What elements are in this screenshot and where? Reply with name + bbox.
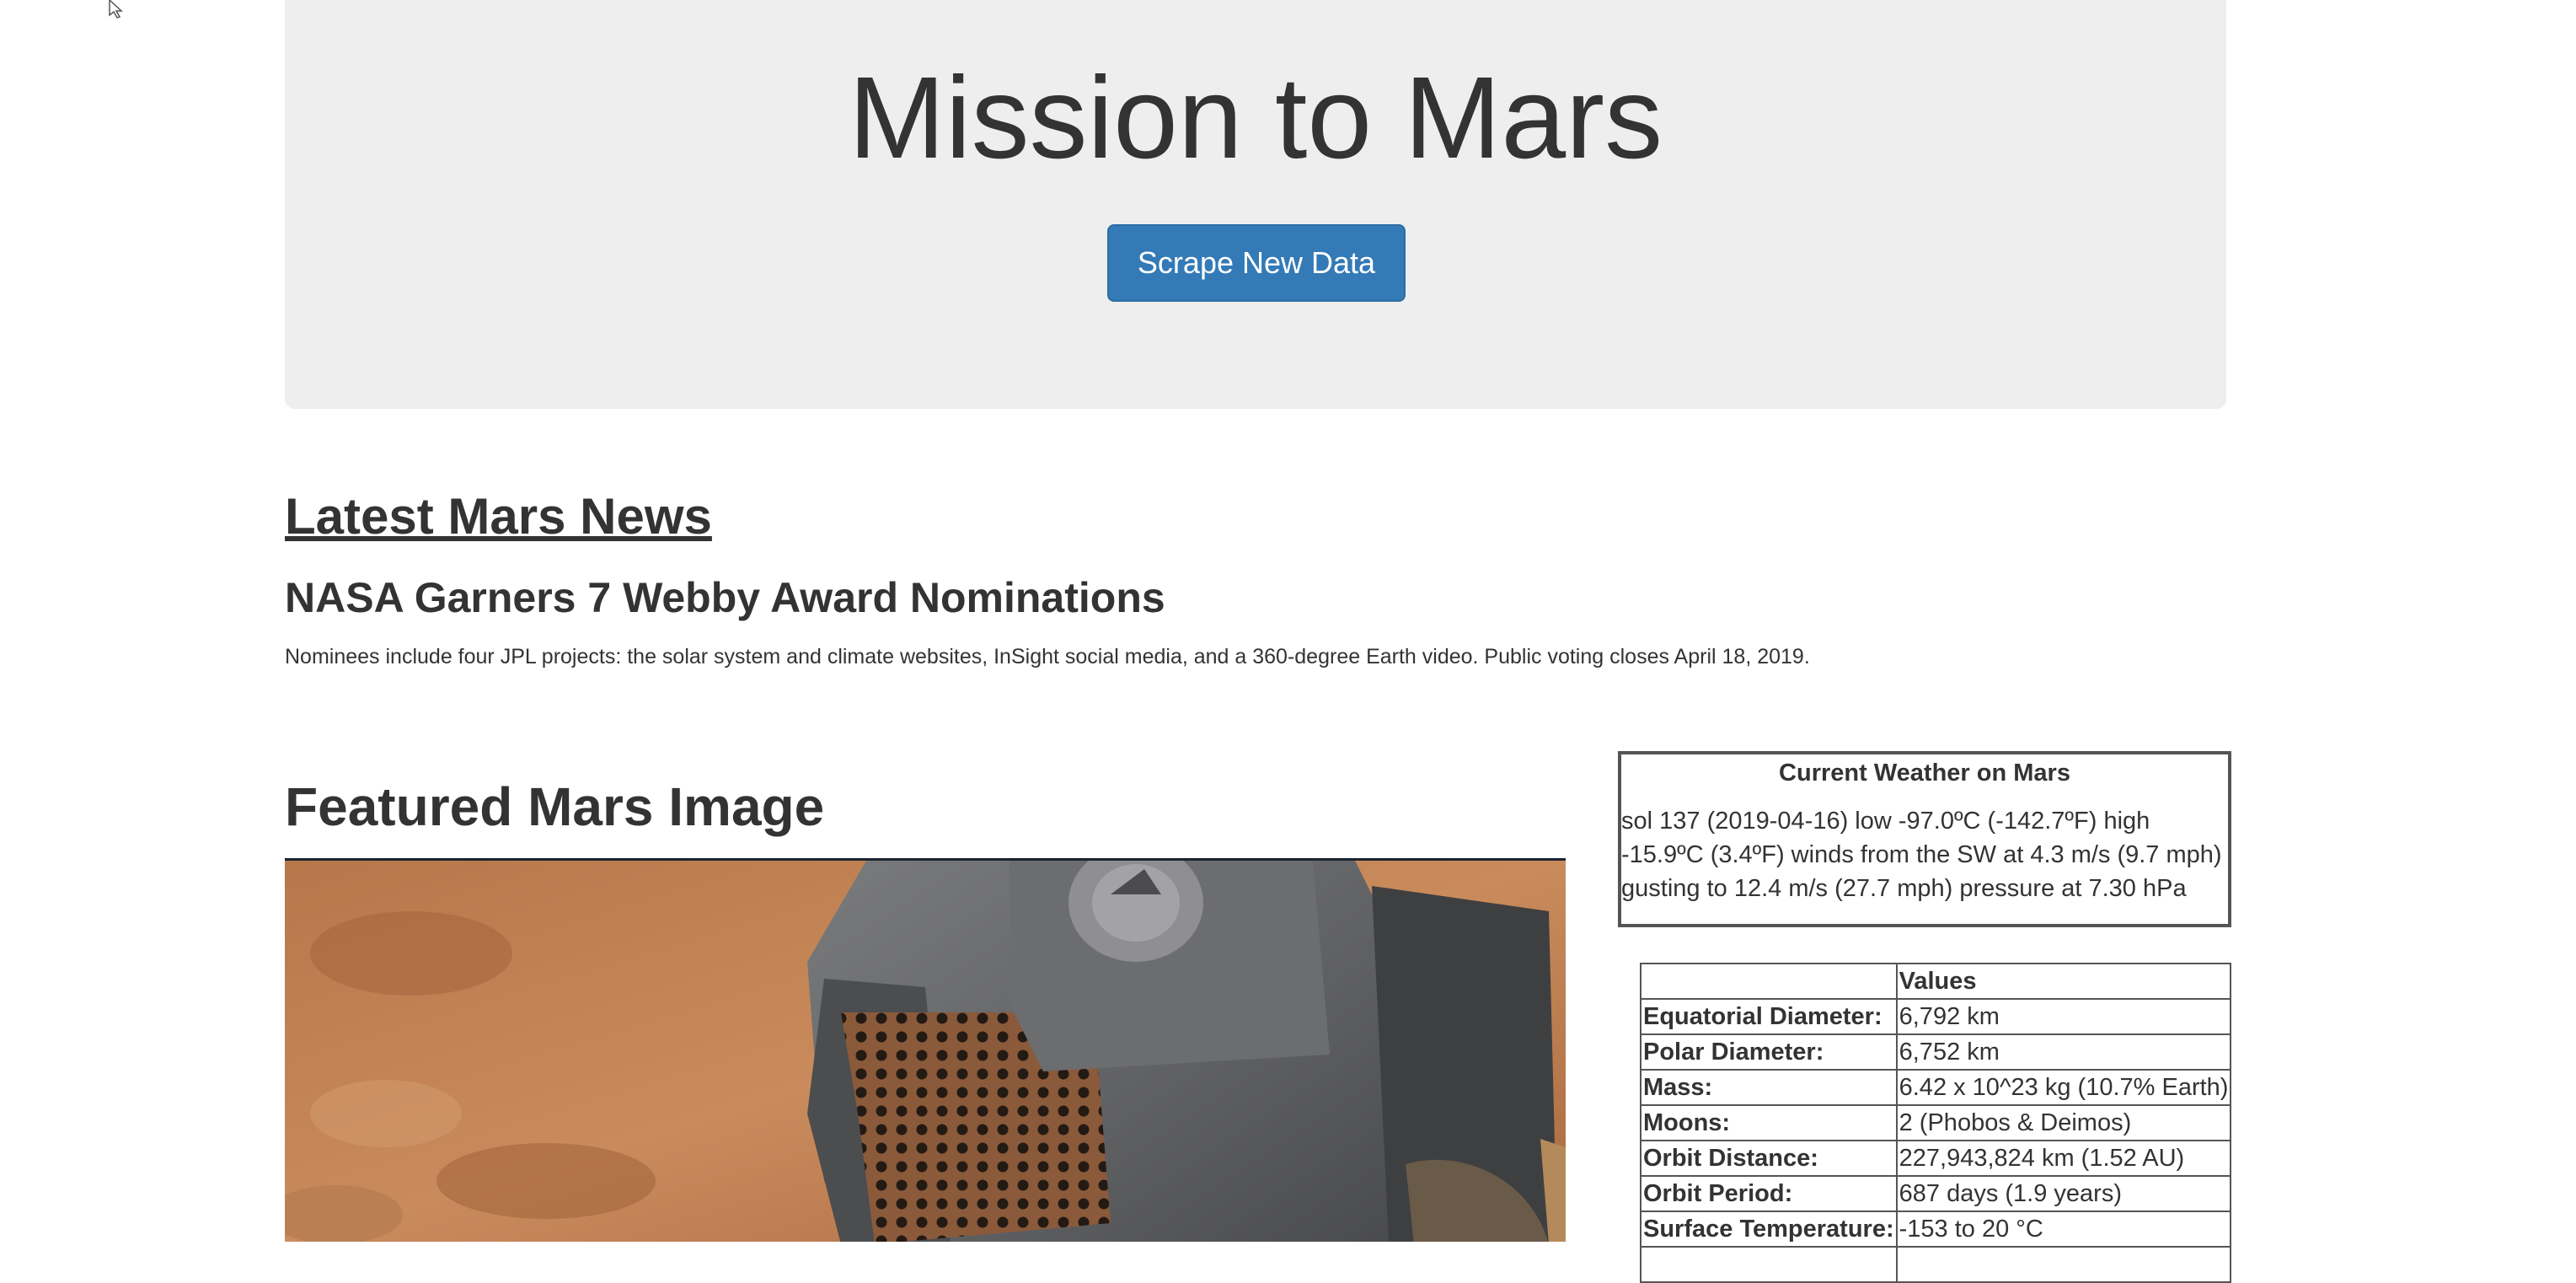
latest-news-section: Latest Mars News NASA Garners 7 Webby Aw… bbox=[285, 489, 2226, 671]
fact-value: 2 (Phobos & Deimos) bbox=[1895, 1104, 2232, 1141]
fact-value: 687 days (1.9 years) bbox=[1895, 1175, 2232, 1212]
fact-label: Moons: bbox=[1640, 1104, 1898, 1141]
table-row: Orbit Period: 687 days (1.9 years) bbox=[1640, 1175, 2232, 1212]
weather-text: sol 137 (2019-04-16) low -97.0ºC (-142.7… bbox=[1621, 808, 2222, 902]
page-title: Mission to Mars bbox=[848, 53, 1663, 183]
fact-label: Orbit Distance: bbox=[1640, 1140, 1898, 1177]
news-headline: NASA Garners 7 Webby Award Nominations bbox=[285, 574, 1165, 621]
fact-label: Mass: bbox=[1640, 1069, 1898, 1106]
featured-image-heading: Featured Mars Image bbox=[285, 776, 825, 837]
fact-label: Orbit Period: bbox=[1640, 1175, 1898, 1212]
table-row: Orbit Distance: 227,943,824 km (1.52 AU) bbox=[1640, 1140, 2232, 1177]
mouse-cursor-icon bbox=[109, 0, 123, 19]
fact-value: 6.42 x 10^23 kg (10.7% Earth) bbox=[1895, 1069, 2232, 1106]
table-row: Mass: 6.42 x 10^23 kg (10.7% Earth) bbox=[1640, 1069, 2232, 1106]
news-teaser: Nominees include four JPL projects: the … bbox=[285, 645, 1810, 668]
table-row: Polar Diameter: 6,752 km bbox=[1640, 1033, 2232, 1071]
fact-value: 6,752 km bbox=[1895, 1033, 2232, 1071]
jumbotron: Mission to Mars Scrape New Data bbox=[285, 0, 2226, 409]
mars-facts-table: Values Equatorial Diameter: 6,792 km Pol… bbox=[1640, 963, 2232, 1283]
weather-title: Current Weather on Mars bbox=[1779, 760, 2070, 786]
latest-news-heading: Latest Mars News bbox=[285, 488, 712, 545]
weather-panel: Current Weather on Mars sol 137 (2019-04… bbox=[1618, 751, 2231, 927]
fact-value: 227,943,824 km (1.52 AU) bbox=[1895, 1140, 2232, 1177]
table-row: Equatorial Diameter: 6,792 km bbox=[1640, 998, 2232, 1035]
featured-mars-image bbox=[285, 858, 1566, 1242]
facts-header-row: Values bbox=[1640, 963, 2232, 1000]
fact-value bbox=[1895, 1246, 2232, 1283]
fact-label: Equatorial Diameter: bbox=[1640, 998, 1898, 1035]
facts-header-values: Values bbox=[1895, 963, 2232, 1000]
fact-value: 6,792 km bbox=[1895, 998, 2232, 1035]
table-row: Moons: 2 (Phobos & Deimos) bbox=[1640, 1104, 2232, 1141]
table-row bbox=[1640, 1246, 2232, 1283]
fact-label bbox=[1640, 1246, 1898, 1283]
scrape-new-data-button[interactable]: Scrape New Data bbox=[1107, 224, 1406, 302]
fact-label: Polar Diameter: bbox=[1640, 1033, 1898, 1071]
facts-header-empty bbox=[1640, 963, 1898, 1000]
